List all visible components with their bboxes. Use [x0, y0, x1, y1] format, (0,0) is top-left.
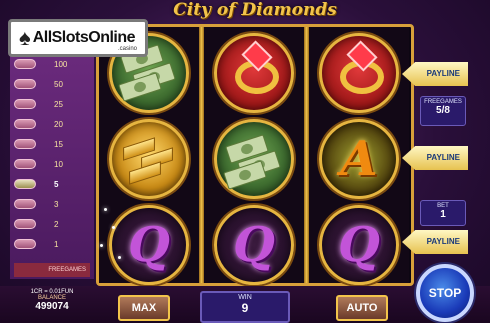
- coin-icon: [14, 239, 36, 249]
- letter-a-text: A: [340, 131, 378, 187]
- balance-value: 499074: [35, 301, 69, 312]
- freegames-label: FREEGAMES: [424, 99, 462, 105]
- letter-q-icon: Q: [214, 205, 294, 285]
- paytable-value: 20: [54, 119, 63, 129]
- balance-panel: 1CR = 0.01FUN BALANCE 499074: [22, 289, 82, 312]
- spade-icon: ♠: [19, 25, 31, 50]
- coin-icon: [14, 79, 36, 89]
- coin-icon: [14, 99, 36, 109]
- sparkle-icon: [104, 208, 107, 211]
- freegames-value: 5/8: [436, 105, 450, 116]
- casino-logo: ♠ AllSlotsOnline .casino: [8, 19, 148, 57]
- sparkle-icon: [100, 244, 103, 247]
- reel-2: Q: [204, 27, 304, 285]
- paytable-value: 50: [54, 79, 63, 89]
- coin-icon: [14, 59, 36, 69]
- payline-indicator[interactable]: PAYLINE: [402, 146, 468, 170]
- coin-icon: [14, 159, 36, 169]
- reel-3: A Q: [309, 27, 409, 285]
- sparkle-icon: [112, 226, 115, 229]
- auto-spin-button[interactable]: AUTO: [336, 295, 388, 321]
- letter-q-text: Q: [233, 217, 275, 273]
- logo-subtext: .casino: [117, 46, 137, 52]
- paytable-value: 3: [54, 199, 59, 209]
- game-title: City of Diamonds: [173, 0, 337, 20]
- banknote-icon: [118, 72, 162, 102]
- win-display: WIN 9: [200, 291, 290, 323]
- paytable-row-active: 5: [14, 177, 90, 191]
- coin-icon: [14, 219, 36, 229]
- letter-q-text: Q: [338, 217, 380, 273]
- letter-a-icon: A: [319, 119, 399, 199]
- paytable-value: 1: [54, 239, 59, 249]
- paytable-value: 15: [54, 139, 63, 149]
- payline-indicator[interactable]: PAYLINE: [402, 230, 468, 254]
- win-value: 9: [241, 301, 249, 315]
- paytable-value: 10: [54, 159, 63, 169]
- payline-indicator[interactable]: PAYLINE: [402, 62, 468, 86]
- money-stack-icon: [214, 119, 294, 199]
- letter-q-text: Q: [128, 217, 170, 273]
- freegames-counter: FREEGAMES 5/8: [420, 96, 466, 126]
- bet-box[interactable]: BET 1: [420, 200, 466, 226]
- coin-icon: [14, 119, 36, 129]
- coin-icon: [14, 179, 36, 189]
- bet-value: 1: [440, 209, 446, 220]
- max-bet-button[interactable]: MAX: [118, 295, 170, 321]
- paytable-value: 100: [54, 59, 68, 69]
- letter-q-icon: Q: [109, 205, 189, 285]
- paytable-row: 20: [14, 117, 90, 131]
- reel-1: Q: [99, 27, 199, 285]
- paytable-row: 2: [14, 217, 90, 231]
- reels-frame: Q Q A Q: [96, 24, 414, 286]
- paytable-row: 15: [14, 137, 90, 151]
- paytable: 100 50 25 20 15 10 5 3 2 1 FREEGAMES: [10, 55, 94, 279]
- paytable-row: 3: [14, 197, 90, 211]
- paytable-freegames-label: FREEGAMES: [14, 263, 90, 277]
- win-label: WIN: [238, 294, 252, 301]
- coin-icon: [14, 139, 36, 149]
- paytable-value: 5: [54, 179, 59, 189]
- diamond-ring-icon: [319, 33, 399, 113]
- paytable-row: 50: [14, 77, 90, 91]
- bet-label: BET: [437, 203, 449, 209]
- diamond-ring-icon: [214, 33, 294, 113]
- logo-text: AllSlotsOnline: [32, 29, 136, 46]
- gold-bars-icon: [109, 119, 189, 199]
- paytable-row: 25: [14, 97, 90, 111]
- banknote-icon: [223, 160, 267, 190]
- paytable-row: 100: [14, 57, 90, 71]
- sparkle-icon: [118, 256, 121, 259]
- paytable-value: 25: [54, 99, 63, 109]
- coin-icon: [14, 199, 36, 209]
- paytable-value: 2: [54, 219, 59, 229]
- stop-button[interactable]: STOP: [416, 264, 474, 322]
- paytable-row: 10: [14, 157, 90, 171]
- letter-q-icon: Q: [319, 205, 399, 285]
- paytable-row: 1: [14, 237, 90, 251]
